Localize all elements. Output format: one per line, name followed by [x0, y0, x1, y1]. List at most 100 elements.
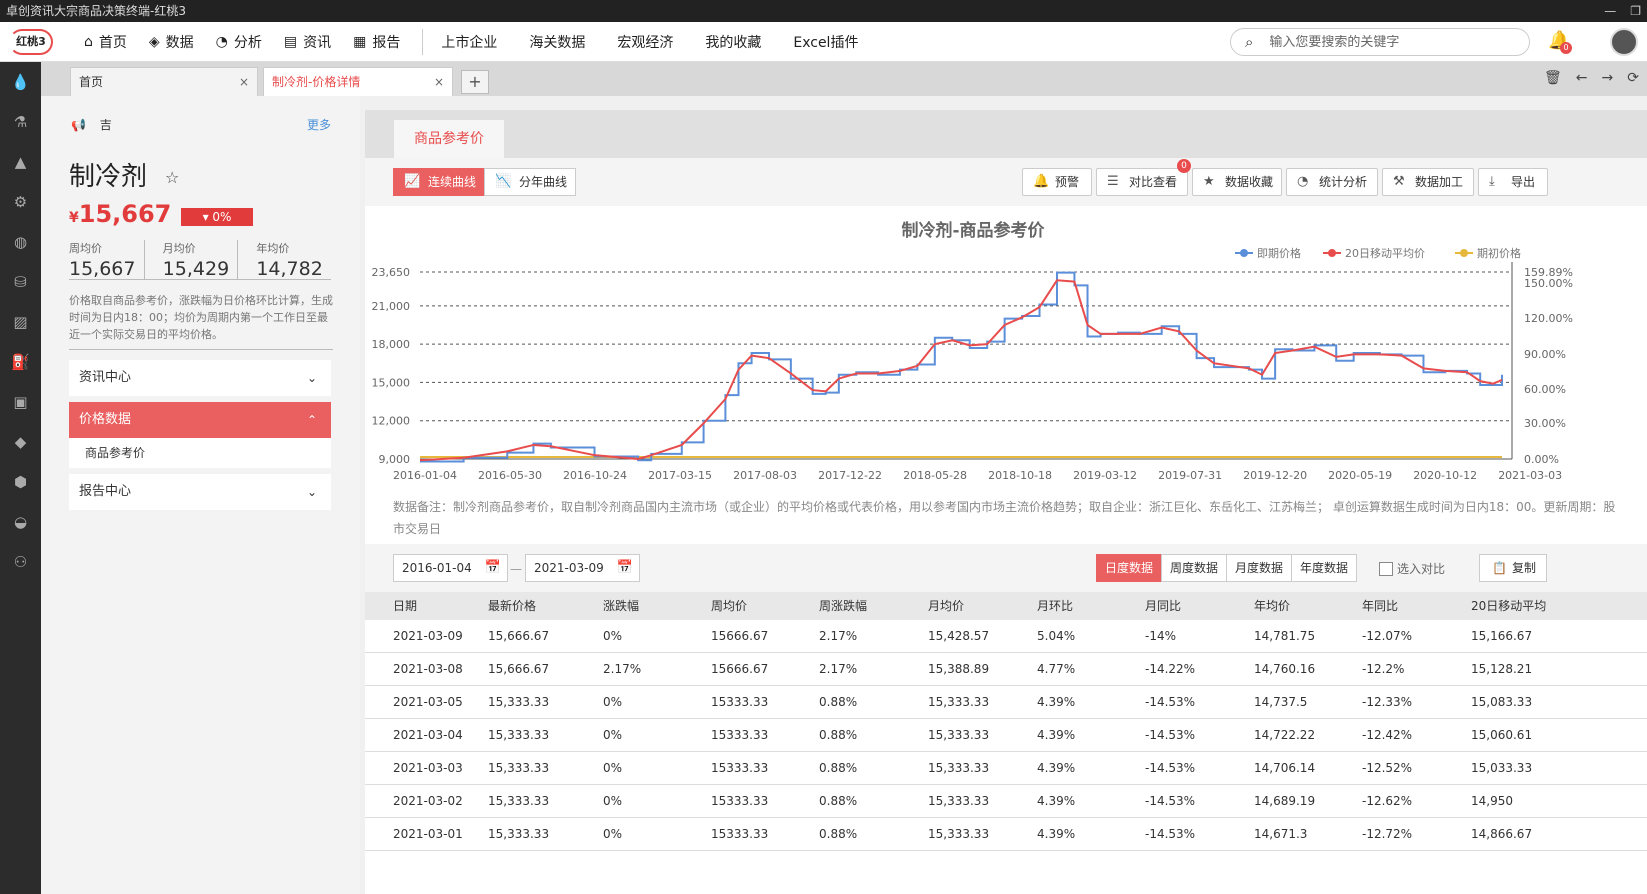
alert-button[interactable]: 🔔 预警 [1022, 168, 1092, 196]
sidebar-agri-icon[interactable]: ◒ [0, 502, 41, 542]
table-cell: 14,671.3 [1254, 827, 1308, 841]
restore-icon[interactable]: ❐ [1630, 0, 1641, 22]
period-yearly-button[interactable]: 年度数据 [1291, 554, 1357, 582]
tab-reference-price[interactable]: 商品参考价 [394, 120, 504, 158]
nav-favorites[interactable]: 我的收藏 [705, 32, 761, 52]
statistics-button[interactable]: ◔ 统计分析 [1286, 168, 1378, 196]
menu-price-data[interactable]: 价格数据 ⌃ [69, 402, 331, 438]
export-button[interactable]: ⤓ 导出 [1478, 168, 1548, 196]
column-header[interactable]: 涨跌幅 [603, 592, 639, 620]
add-tab-button[interactable]: + [461, 70, 489, 94]
nav-data[interactable]: ◈ 数据 [149, 22, 194, 62]
price-table: 日期 最新价格 涨跌幅 周均价 周涨跌幅 月均价 月环比 月同比 年均价 年同比 20日移动平均 20… [365, 592, 1647, 851]
sidebar-gas-icon[interactable]: ⛁ [0, 262, 41, 302]
close-icon[interactable]: × [239, 68, 249, 96]
sidebar-paper-icon[interactable]: ▨ [0, 302, 41, 342]
refresh-icon[interactable]: ⟳ [1627, 70, 1639, 86]
menu-report-center[interactable]: 报告中心 ⌄ [69, 474, 331, 510]
column-header[interactable]: 月均价 [928, 592, 964, 620]
table-cell: 0.88% [819, 794, 858, 808]
sidebar-building-icon[interactable]: ▣ [0, 382, 41, 422]
search-input[interactable] [1269, 34, 1500, 50]
forward-icon[interactable]: → [1602, 70, 1614, 86]
alert-label: 预警 [1055, 175, 1080, 189]
table-row[interactable]: 2021-03-05 15,333.33 0% 15333.33 0.88% 15,333… [365, 686, 1647, 719]
sidebar-plastic-icon[interactable]: ▲ [0, 142, 41, 182]
tab-price-detail[interactable]: 制冷剂-价格详情 × [263, 67, 453, 96]
sidebar-metal-icon[interactable]: ◆ [0, 422, 41, 462]
trash-icon[interactable]: 🗑 [1544, 70, 1562, 86]
column-header[interactable]: 年均价 [1254, 592, 1290, 620]
minimize-icon[interactable]: — [1604, 0, 1616, 22]
more-link[interactable]: 更多 [307, 116, 331, 133]
table-cell: 14,781.75 [1254, 629, 1316, 643]
notice-text[interactable]: 吉 [100, 118, 112, 132]
column-header[interactable]: 周涨跌幅 [819, 592, 867, 620]
nav-home[interactable]: ⌂ 首页 [84, 22, 127, 62]
table-cell: 15,333.33 [928, 728, 990, 742]
nav-report[interactable]: ▦ 报告 [353, 22, 400, 62]
table-cell: 0% [603, 695, 623, 709]
sidebar-chemical-icon[interactable]: ⚗ [0, 102, 41, 142]
search-box[interactable]: ⌕ [1230, 28, 1530, 56]
column-header[interactable]: 20日移动平均 [1471, 592, 1546, 620]
period-monthly-button[interactable]: 月度数据 [1226, 554, 1292, 582]
table-row[interactable]: 2021-03-08 15,666.67 2.17% 15666.67 2.17% 15,… [365, 653, 1647, 686]
nav-analysis[interactable]: ◔ 分析 [216, 22, 262, 62]
checkbox-box[interactable] [1379, 561, 1393, 576]
sidebar-oil-icon[interactable]: 💧 [0, 62, 41, 102]
close-icon[interactable]: × [434, 68, 444, 96]
sidebar-steel-icon[interactable]: ⬢ [0, 462, 41, 502]
nav-listed-companies[interactable]: 上市企业 [441, 32, 497, 52]
sidebar-fuel-icon[interactable]: ⛽ [0, 342, 41, 382]
select-compare-checkbox[interactable]: 选入对比 [1379, 560, 1445, 577]
line-chart-icon: 📈 [404, 174, 421, 189]
menu-news-center[interactable]: 资讯中心 ⌄ [69, 360, 331, 396]
calendar-icon[interactable]: 📅 [485, 555, 501, 581]
nav-news[interactable]: ▤ 资讯 [284, 22, 331, 62]
calendar-icon[interactable]: 📅 [617, 555, 633, 581]
table-row[interactable]: 2021-03-02 15,333.33 0% 15333.33 0.88% 15,333… [365, 785, 1647, 818]
column-header[interactable]: 年同比 [1362, 592, 1398, 620]
app-logo[interactable]: 红桃3 [0, 22, 62, 62]
notification-button[interactable]: 🔔 0 [1548, 30, 1572, 54]
yearly-curve-button[interactable]: 📉 分年曲线 [484, 168, 576, 196]
copy-button[interactable]: 📋 复制 [1479, 554, 1547, 582]
column-header[interactable]: 日期 [393, 592, 417, 620]
submenu-reference-price[interactable]: 商品参考价 [69, 438, 331, 468]
back-icon[interactable]: ← [1576, 70, 1588, 86]
period-daily-button[interactable]: 日度数据 [1096, 554, 1162, 582]
column-header[interactable]: 月环比 [1037, 592, 1073, 620]
compare-view-button[interactable]: ☰ 对比查看 0 [1096, 159, 1191, 196]
y-left-tick-label: 9,000 [379, 453, 411, 466]
tab-home[interactable]: 首页 × [70, 67, 258, 96]
table-row[interactable]: 2021-03-03 15,333.33 0% 15333.33 0.88% 15,333… [365, 752, 1647, 785]
period-weekly-button[interactable]: 周度数据 [1161, 554, 1227, 582]
table-cell: 14,689.19 [1254, 794, 1316, 808]
column-header[interactable]: 月同比 [1145, 592, 1181, 620]
table-row[interactable]: 2021-03-04 15,333.33 0% 15333.33 0.88% 15,333… [365, 719, 1647, 752]
table-row[interactable]: 2021-03-01 15,333.33 0% 15333.33 0.88% 15,333… [365, 818, 1647, 851]
table-row[interactable]: 2021-03-09 15,666.67 0% 15666.67 2.17% 15,428… [365, 620, 1647, 653]
legend-marker [1240, 249, 1248, 257]
table-cell: 4.39% [1037, 728, 1076, 742]
legend-marker [1328, 249, 1336, 257]
star-icon[interactable]: ☆ [165, 168, 179, 187]
date-from-input[interactable]: 2016-01-04 📅 [393, 554, 508, 582]
data-processing-button[interactable]: ⚒ 数据加工 [1382, 168, 1474, 196]
continuous-curve-button[interactable]: 📈 连续曲线 [393, 168, 485, 196]
nav-excel-plugin[interactable]: Excel插件 [793, 32, 858, 52]
nav-customs-data[interactable]: 海关数据 [529, 32, 585, 52]
sidebar-rubber-icon[interactable]: ⚙ [0, 182, 41, 222]
column-header[interactable]: 最新价格 [488, 592, 536, 620]
column-header[interactable]: 周均价 [711, 592, 747, 620]
user-avatar[interactable] [1610, 28, 1638, 56]
sidebar-fiber-icon[interactable]: ◍ [0, 222, 41, 262]
data-favorite-button[interactable]: ★ 数据收藏 [1192, 168, 1282, 196]
legend-entry: 20日移动平均价 [1345, 247, 1425, 260]
date-to-input[interactable]: 2021-03-09 📅 [525, 554, 640, 582]
table-cell: 15,166.67 [1471, 629, 1533, 643]
nav-macro-economy[interactable]: 宏观经济 [617, 32, 673, 52]
sidebar-farm-icon[interactable]: ⚇ [0, 542, 41, 582]
notice-bar: 📢 吉 更多 [71, 116, 331, 133]
